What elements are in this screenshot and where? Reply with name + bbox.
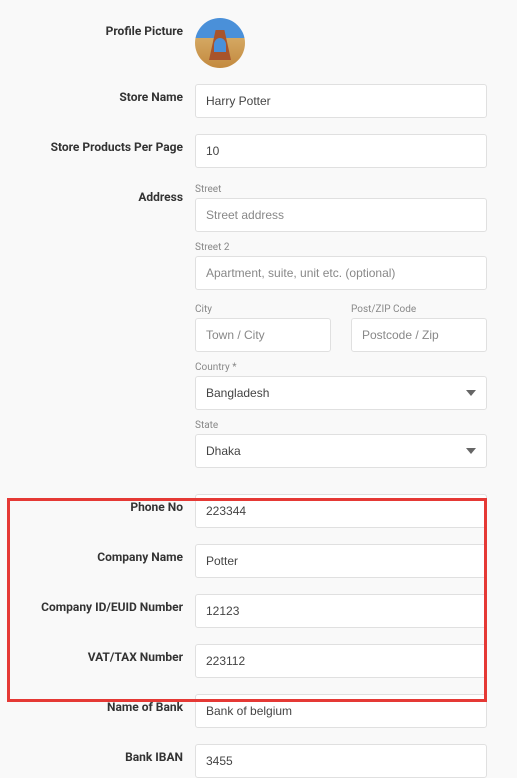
company-name-input[interactable] xyxy=(195,544,487,578)
bank-iban-input[interactable] xyxy=(195,744,487,778)
bank-name-input[interactable] xyxy=(195,694,487,728)
phone-input[interactable] xyxy=(195,494,487,528)
company-id-input[interactable] xyxy=(195,594,487,628)
country-sublabel: Country * xyxy=(195,362,487,373)
address-label: Address xyxy=(30,184,195,204)
street2-input[interactable] xyxy=(195,256,487,290)
city-input[interactable] xyxy=(195,318,331,352)
store-name-label: Store Name xyxy=(30,84,195,104)
vat-input[interactable] xyxy=(195,644,487,678)
store-name-input[interactable] xyxy=(195,84,487,118)
street2-sublabel: Street 2 xyxy=(195,242,487,253)
profile-picture-label: Profile Picture xyxy=(30,18,195,38)
products-per-page-label: Store Products Per Page xyxy=(30,134,195,154)
bank-name-label: Name of Bank xyxy=(30,694,195,714)
state-select[interactable]: Dhaka xyxy=(195,434,487,468)
street-input[interactable] xyxy=(195,198,487,232)
street-sublabel: Street xyxy=(195,184,487,195)
country-select[interactable]: Bangladesh xyxy=(195,376,487,410)
company-name-label: Company Name xyxy=(30,544,195,564)
phone-label: Phone No xyxy=(30,494,195,514)
vat-label: VAT/TAX Number xyxy=(30,644,195,664)
company-id-label: Company ID/EUID Number xyxy=(30,594,195,614)
bank-iban-label: Bank IBAN xyxy=(30,744,195,764)
state-sublabel: State xyxy=(195,420,487,431)
profile-picture-avatar[interactable] xyxy=(195,18,245,68)
city-sublabel: City xyxy=(195,304,331,315)
products-per-page-input[interactable] xyxy=(195,134,487,168)
postzip-sublabel: Post/ZIP Code xyxy=(351,304,487,315)
postzip-input[interactable] xyxy=(351,318,487,352)
